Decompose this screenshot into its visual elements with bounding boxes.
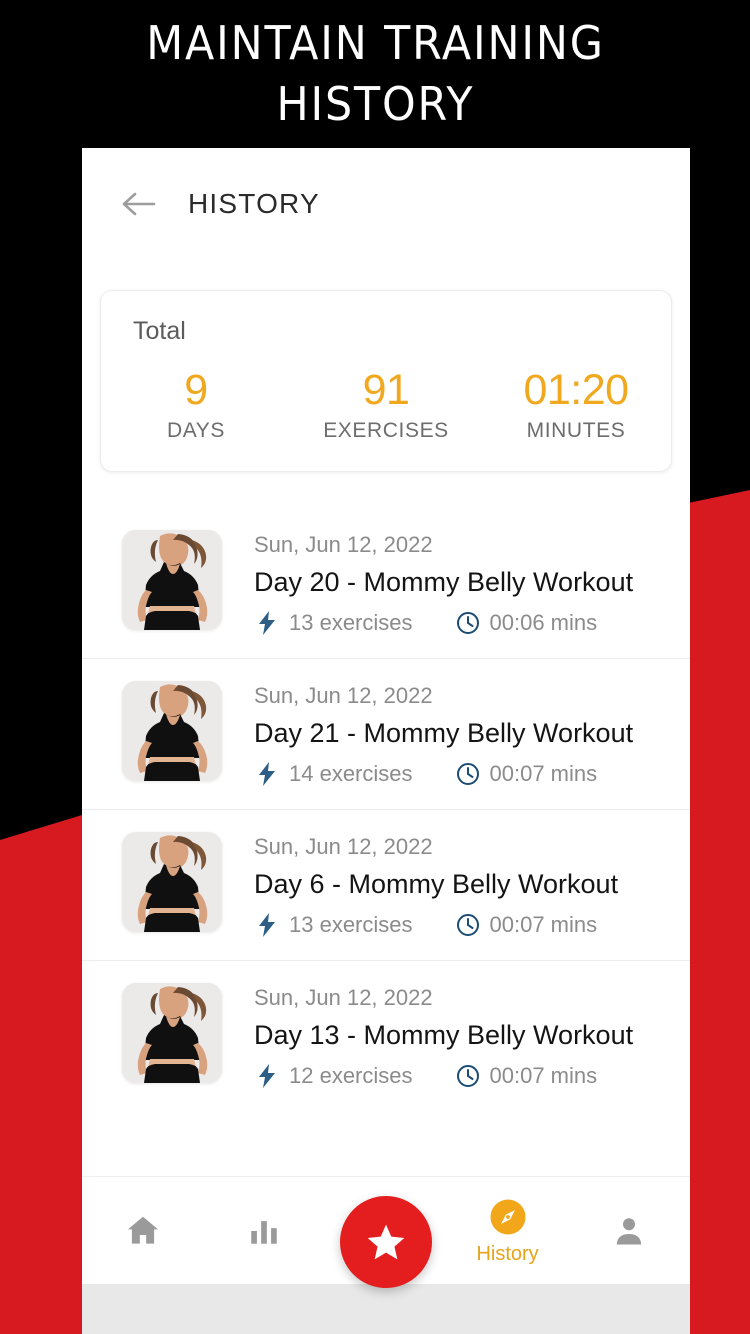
workout-thumbnail: [122, 832, 222, 933]
history-item-meta: 13 exercises 00:07 mins: [254, 912, 618, 938]
clock-icon: [455, 610, 481, 636]
arrow-left-icon: [122, 192, 156, 216]
history-item-body: Sun, Jun 12, 2022 Day 20 - Mommy Belly W…: [254, 530, 633, 636]
workout-thumbnail: [122, 530, 222, 631]
nav-item-history[interactable]: History: [447, 1177, 569, 1284]
person-icon: [611, 1213, 647, 1249]
duration-value: 00:07 mins: [489, 761, 598, 787]
exercises-count: 13 exercises: [289, 610, 413, 636]
exercises-meta: 13 exercises: [254, 610, 413, 636]
history-item-meta: 14 exercises 00:07 mins: [254, 761, 633, 787]
bolt-icon: [254, 761, 280, 787]
history-item-date: Sun, Jun 12, 2022: [254, 683, 433, 709]
add-workout-fab[interactable]: [340, 1196, 432, 1288]
woman-workout-thumbnail-icon: [122, 530, 222, 631]
exercises-meta: 14 exercises: [254, 761, 413, 787]
history-list-item[interactable]: Sun, Jun 12, 2022 Day 6 - Mommy Belly Wo…: [82, 810, 690, 962]
compass-icon: [487, 1196, 529, 1238]
woman-workout-thumbnail-icon: [122, 832, 222, 933]
history-item-date: Sun, Jun 12, 2022: [254, 532, 433, 558]
exercises-count: 14 exercises: [289, 761, 413, 787]
clock-icon: [455, 1063, 481, 1089]
total-summary-card: Total 9 DAYS 91 EXERCISES 01:20 MINUTES: [100, 290, 672, 473]
stat-days-label: DAYS: [166, 419, 226, 443]
clock-icon: [455, 761, 481, 787]
stat-exercises-value: 91: [362, 366, 410, 414]
clock-icon: [455, 912, 481, 938]
duration-meta: 00:06 mins: [455, 610, 598, 636]
stat-exercises-label: EXERCISES: [323, 419, 449, 443]
duration-value: 00:07 mins: [489, 912, 598, 938]
stat-minutes-label: MINUTES: [526, 419, 626, 443]
stat-days: 9 DAYS: [101, 366, 291, 443]
promo-headline-line-1: Maintain Training: [145, 15, 605, 70]
bolt-icon: [254, 610, 280, 636]
history-item-title: Day 13 - Mommy Belly Workout: [254, 1020, 634, 1051]
exercises-meta: 13 exercises: [254, 912, 413, 938]
duration-meta: 00:07 mins: [455, 1063, 598, 1089]
system-navigation-strip: [82, 1284, 690, 1334]
total-stats-row: 9 DAYS 91 EXERCISES 01:20 MINUTES: [101, 366, 671, 443]
nav-item-home[interactable]: [82, 1177, 204, 1284]
exercises-meta: 12 exercises: [254, 1063, 413, 1089]
app-bar: HISTORY: [82, 148, 690, 260]
duration-meta: 00:07 mins: [455, 912, 598, 938]
history-item-body: Sun, Jun 12, 2022 Day 21 - Mommy Belly W…: [254, 681, 633, 787]
total-label: Total: [133, 317, 186, 345]
bolt-icon: [254, 1063, 280, 1089]
stat-exercises: 91 EXERCISES: [291, 366, 481, 443]
history-item-title: Day 6 - Mommy Belly Workout: [254, 869, 619, 900]
bar-chart-icon: [247, 1214, 281, 1248]
woman-workout-thumbnail-icon: [122, 983, 222, 1084]
star-icon: [367, 1224, 405, 1260]
bolt-icon: [254, 912, 280, 938]
history-item-body: Sun, Jun 12, 2022 Day 13 - Mommy Belly W…: [254, 983, 633, 1089]
duration-meta: 00:07 mins: [455, 761, 598, 787]
stat-minutes: 01:20 MINUTES: [481, 366, 671, 443]
stat-days-value: 9: [184, 366, 208, 414]
duration-value: 00:07 mins: [489, 1063, 598, 1089]
page-title: HISTORY: [188, 188, 320, 219]
phone-screen: HISTORY Total 9 DAYS 91 EXERCISES 01:20 …: [82, 148, 690, 1334]
back-button[interactable]: [116, 181, 162, 227]
history-item-meta: 12 exercises 00:07 mins: [254, 1063, 633, 1089]
exercises-count: 13 exercises: [289, 912, 413, 938]
history-item-date: Sun, Jun 12, 2022: [254, 834, 433, 860]
history-list-item[interactable]: Sun, Jun 12, 2022 Day 13 - Mommy Belly W…: [82, 961, 690, 1111]
duration-value: 00:06 mins: [489, 610, 598, 636]
workout-thumbnail: [122, 681, 222, 782]
history-item-date: Sun, Jun 12, 2022: [254, 985, 433, 1011]
nav-item-stats[interactable]: [204, 1177, 326, 1284]
home-icon: [124, 1212, 162, 1250]
nav-item-profile[interactable]: [568, 1177, 690, 1284]
exercises-count: 12 exercises: [289, 1063, 413, 1089]
history-list-item[interactable]: Sun, Jun 12, 2022 Day 20 - Mommy Belly W…: [82, 508, 690, 660]
history-list-item[interactable]: Sun, Jun 12, 2022 Day 21 - Mommy Belly W…: [82, 659, 690, 811]
stat-minutes-value: 01:20: [523, 366, 629, 414]
history-list: Sun, Jun 12, 2022 Day 20 - Mommy Belly W…: [82, 508, 690, 1111]
history-item-title: Day 21 - Mommy Belly Workout: [254, 718, 634, 749]
history-item-meta: 13 exercises 00:06 mins: [254, 610, 633, 636]
woman-workout-thumbnail-icon: [122, 681, 222, 782]
promo-header: Maintain Training History: [0, 0, 750, 148]
history-item-title: Day 20 - Mommy Belly Workout: [254, 567, 634, 598]
nav-item-history-label: History: [476, 1242, 539, 1265]
history-item-body: Sun, Jun 12, 2022 Day 6 - Mommy Belly Wo…: [254, 832, 618, 938]
workout-thumbnail: [122, 983, 222, 1084]
promo-headline-line-2: History: [276, 77, 474, 131]
